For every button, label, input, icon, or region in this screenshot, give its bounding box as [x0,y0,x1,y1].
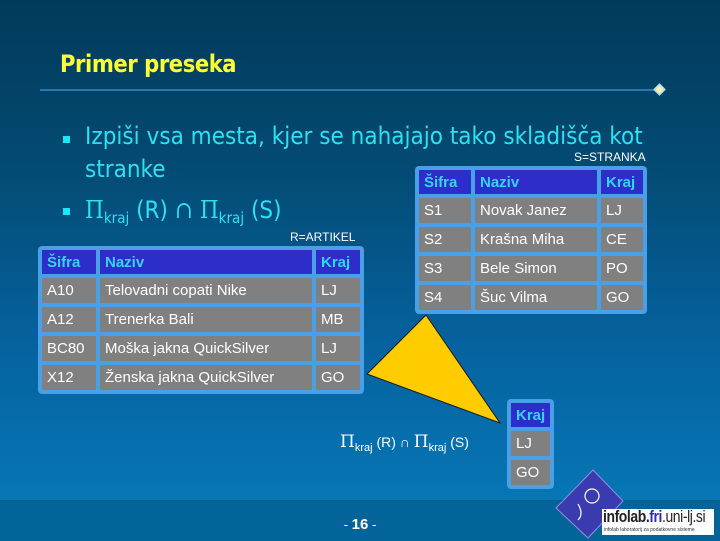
table-row: A10 Telovadni copati Nike LJ [42,278,360,303]
cell-kraj: GO [316,365,360,390]
projection-symbol: Π [413,432,429,452]
cell-naziv: Krašna Miha [475,227,597,252]
cell-sifra: S2 [419,227,471,252]
cell-kraj: GO [511,460,551,485]
table-header-row: Šifra Naziv Kraj [42,250,360,274]
table-row: GO [511,460,551,485]
cell-naziv: Moška jakna QuickSilver [100,336,312,361]
logo-part-fri: fri [649,509,663,526]
projection-attribute: kraj [428,442,447,454]
cell-sifra: BC80 [42,336,96,361]
cell-kraj: LJ [316,336,360,361]
cell-kraj: LJ [511,431,551,456]
column-header: Naziv [100,250,312,274]
table-row: S2 Krašna Miha CE [419,227,643,252]
table-row: X12 Ženska jakna QuickSilver GO [42,365,360,390]
cell-naziv: Trenerka Bali [100,307,312,332]
column-header: Kraj [316,250,360,274]
cell-naziv: Ženska jakna QuickSilver [100,365,312,390]
cell-naziv: Bele Simon [475,256,597,281]
cell-sifra: S3 [419,256,471,281]
cell-kraj: CE [601,227,643,252]
relation-r: (R) [376,434,396,450]
table-row: LJ [511,431,551,456]
table-row: A12 Trenerka Bali MB [42,307,360,332]
table-row: S1 Novak Janez LJ [419,198,643,223]
column-header: Naziv [475,170,597,194]
cell-sifra: X12 [42,365,96,390]
column-header: Kraj [511,403,551,427]
arrow-triangle [366,314,502,425]
cell-kraj: MB [316,307,360,332]
logo-part-domain: .uni-lj.si [662,509,706,526]
cell-kraj: LJ [601,198,643,223]
column-header: Šifra [42,250,96,274]
table-header-row: Kraj [511,403,551,427]
projection-attribute: kraj [354,442,373,454]
cell-sifra: S1 [419,198,471,223]
table-row: BC80 Moška jakna QuickSilver LJ [42,336,360,361]
projection-symbol: Π [340,432,355,452]
cell-kraj: GO [601,285,643,310]
relation-s: (S) [450,434,469,450]
column-header: Kraj [601,170,643,194]
cell-kraj: LJ [316,278,360,303]
cell-naziv: Novak Janez [475,198,597,223]
infolab-logo: infolab.fri.uni-lj.si infolab laboratori… [602,509,714,535]
cell-sifra: S4 [419,285,471,310]
table-stranka: Šifra Naziv Kraj S1 Novak Janez LJ S2 Kr… [415,166,647,314]
cell-naziv: Šuc Vilma [475,285,597,310]
logo-tagline: infolab laboratorij za podatkovne sistem… [604,527,695,533]
table-row: S3 Bele Simon PO [419,256,643,281]
table-header-row: Šifra Naziv Kraj [419,170,643,194]
cell-sifra: A12 [42,307,96,332]
result-expression: Πkraj (R) ∩ Πkraj (S) [340,432,469,454]
table-row: S4 Šuc Vilma GO [419,285,643,310]
table-artikel: Šifra Naziv Kraj A10 Telovadni copati Ni… [38,246,364,394]
page-number-value: 16 [351,516,369,533]
cell-sifra: A10 [42,278,96,303]
column-header: Šifra [419,170,471,194]
logo-part-infolab: infolab. [603,509,650,526]
intersection-operator: ∩ [399,434,410,450]
cell-kraj: PO [601,256,643,281]
cell-naziv: Telovadni copati Nike [100,278,312,303]
